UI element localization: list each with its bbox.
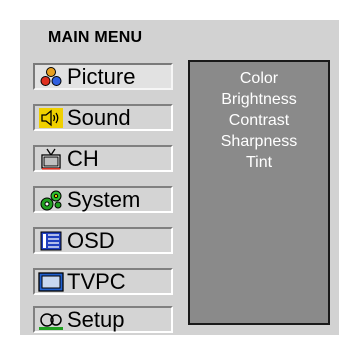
menu-item-system[interactable]: System xyxy=(33,186,173,213)
menu-item-label: Setup xyxy=(67,306,125,332)
menu-item-label: CH xyxy=(67,145,99,171)
people-icon xyxy=(38,66,64,88)
menu-item-label: TVPC xyxy=(67,268,126,294)
tv-antenna-icon xyxy=(38,148,64,170)
menu-item-picture[interactable]: Picture xyxy=(33,63,173,90)
submenu-item-sharpness[interactable]: Sharpness xyxy=(190,131,328,152)
submenu-item-color[interactable]: Color xyxy=(190,68,328,89)
submenu-item-tint[interactable]: Tint xyxy=(190,152,328,173)
gears-icon xyxy=(38,189,64,211)
menu-item-label: System xyxy=(67,186,141,212)
list-icon xyxy=(38,230,64,252)
menu-item-osd[interactable]: OSD xyxy=(33,227,173,254)
monitor-icon xyxy=(38,271,64,293)
speaker-icon xyxy=(38,107,64,129)
submenu-item-contrast[interactable]: Contrast xyxy=(190,110,328,131)
menu-item-ch[interactable]: CH xyxy=(33,145,173,172)
menu-item-tvpc[interactable]: TVPC xyxy=(33,268,173,295)
submenu-item-brightness[interactable]: Brightness xyxy=(190,89,328,110)
menu-item-label: Picture xyxy=(67,63,136,89)
menu-item-label: Sound xyxy=(67,104,131,130)
menu-item-setup[interactable]: Setup xyxy=(33,306,173,333)
setup-icon xyxy=(38,309,64,331)
menu-item-label: OSD xyxy=(67,227,115,253)
picture-submenu: Color Brightness Contrast Sharpness Tint xyxy=(188,60,330,325)
menu-item-sound[interactable]: Sound xyxy=(33,104,173,131)
main-menu-title: MAIN MENU xyxy=(48,29,143,46)
